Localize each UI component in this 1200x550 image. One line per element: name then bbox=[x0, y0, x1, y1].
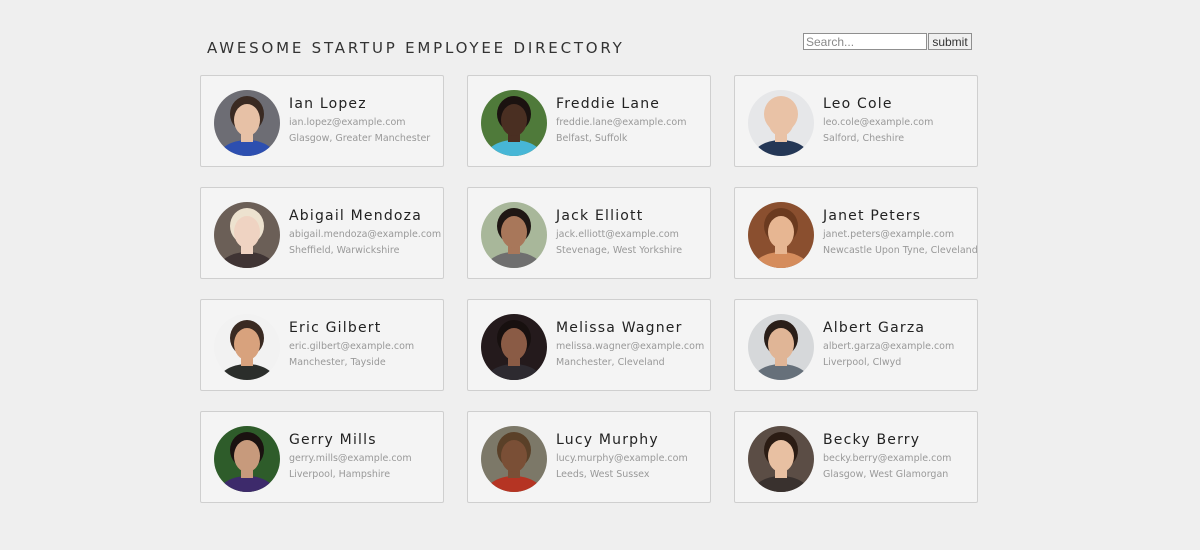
avatar-portrait-icon bbox=[481, 426, 547, 492]
employee-info: Gerry Mills gerry.mills@example.com Live… bbox=[289, 432, 439, 481]
employee-info: Jack Elliott jack.elliott@example.com St… bbox=[556, 208, 706, 257]
employee-avatar bbox=[748, 202, 814, 268]
employee-avatar bbox=[214, 426, 280, 492]
employee-location: Manchester, Tayside bbox=[289, 357, 386, 368]
employee-name: Janet Peters bbox=[823, 208, 922, 224]
employee-info: Abigail Mendoza abigail.mendoza@example.… bbox=[289, 208, 442, 257]
employee-name: Lucy Murphy bbox=[556, 432, 659, 448]
employee-name: Leo Cole bbox=[823, 96, 893, 112]
page-title: AWESOME STARTUP EMPLOYEE DIRECTORY bbox=[207, 39, 625, 57]
employee-card[interactable]: Jack Elliott jack.elliott@example.com St… bbox=[467, 187, 711, 279]
employee-avatar bbox=[214, 90, 280, 156]
employee-avatar bbox=[748, 314, 814, 380]
employee-card[interactable]: Freddie Lane freddie.lane@example.com Be… bbox=[467, 75, 711, 167]
employee-email: melissa.wagner@example.com bbox=[556, 341, 705, 352]
avatar-portrait-icon bbox=[214, 314, 280, 380]
employee-email: eric.gilbert@example.com bbox=[289, 341, 415, 352]
employee-info: Janet Peters janet.peters@example.com Ne… bbox=[823, 208, 978, 257]
employee-info: Ian Lopez ian.lopez@example.com Glasgow,… bbox=[289, 96, 439, 145]
employee-location: Sheffield, Warwickshire bbox=[289, 245, 400, 256]
employee-name: Jack Elliott bbox=[556, 208, 644, 224]
search-submit-button[interactable]: submit bbox=[928, 33, 972, 50]
employee-card[interactable]: Abigail Mendoza abigail.mendoza@example.… bbox=[200, 187, 444, 279]
employee-info: Albert Garza albert.garza@example.com Li… bbox=[823, 320, 973, 369]
employee-avatar bbox=[214, 314, 280, 380]
employee-email: lucy.murphy@example.com bbox=[556, 453, 688, 464]
employee-info: Lucy Murphy lucy.murphy@example.com Leed… bbox=[556, 432, 706, 481]
employee-email: freddie.lane@example.com bbox=[556, 117, 687, 128]
employee-email: becky.berry@example.com bbox=[823, 453, 952, 464]
employee-card[interactable]: Albert Garza albert.garza@example.com Li… bbox=[734, 299, 978, 391]
employee-name: Becky Berry bbox=[823, 432, 921, 448]
employee-name: Albert Garza bbox=[823, 320, 926, 336]
employee-card[interactable]: Becky Berry becky.berry@example.com Glas… bbox=[734, 411, 978, 503]
search-form: submit bbox=[803, 33, 972, 50]
employee-location: Stevenage, West Yorkshire bbox=[556, 245, 683, 256]
search-input[interactable] bbox=[803, 33, 927, 50]
employee-directory-page: AWESOME STARTUP EMPLOYEE DIRECTORY submi… bbox=[0, 0, 1200, 550]
employee-name: Gerry Mills bbox=[289, 432, 377, 448]
employee-email: leo.cole@example.com bbox=[823, 117, 934, 128]
employee-avatar bbox=[481, 314, 547, 380]
employee-avatar bbox=[748, 426, 814, 492]
employee-grid: Ian Lopez ian.lopez@example.com Glasgow,… bbox=[200, 75, 978, 503]
employee-location: Liverpool, Clwyd bbox=[823, 357, 902, 368]
employee-email: janet.peters@example.com bbox=[823, 229, 955, 240]
employee-location: Belfast, Suffolk bbox=[556, 133, 628, 144]
employee-info: Becky Berry becky.berry@example.com Glas… bbox=[823, 432, 973, 481]
employee-avatar bbox=[481, 202, 547, 268]
employee-card[interactable]: Lucy Murphy lucy.murphy@example.com Leed… bbox=[467, 411, 711, 503]
employee-card[interactable]: Ian Lopez ian.lopez@example.com Glasgow,… bbox=[200, 75, 444, 167]
employee-location: Salford, Cheshire bbox=[823, 133, 905, 144]
employee-info: Leo Cole leo.cole@example.com Salford, C… bbox=[823, 96, 973, 145]
employee-location: Leeds, West Sussex bbox=[556, 469, 650, 480]
avatar-portrait-icon bbox=[748, 314, 814, 380]
employee-email: gerry.mills@example.com bbox=[289, 453, 412, 464]
employee-card[interactable]: Leo Cole leo.cole@example.com Salford, C… bbox=[734, 75, 978, 167]
employee-name: Melissa Wagner bbox=[556, 320, 683, 336]
avatar-portrait-icon bbox=[481, 202, 547, 268]
employee-avatar bbox=[748, 90, 814, 156]
employee-name: Ian Lopez bbox=[289, 96, 367, 112]
employee-location: Newcastle Upon Tyne, Cleveland bbox=[823, 245, 978, 256]
employee-card[interactable]: Janet Peters janet.peters@example.com Ne… bbox=[734, 187, 978, 279]
employee-location: Liverpool, Hampshire bbox=[289, 469, 391, 480]
employee-card[interactable]: Gerry Mills gerry.mills@example.com Live… bbox=[200, 411, 444, 503]
employee-location: Glasgow, West Glamorgan bbox=[823, 469, 949, 480]
employee-name: Freddie Lane bbox=[556, 96, 661, 112]
avatar-portrait-icon bbox=[214, 202, 280, 268]
avatar-portrait-icon bbox=[481, 314, 547, 380]
employee-email: ian.lopez@example.com bbox=[289, 117, 406, 128]
avatar-portrait-icon bbox=[214, 426, 280, 492]
employee-location: Glasgow, Greater Manchester bbox=[289, 133, 431, 144]
employee-card[interactable]: Melissa Wagner melissa.wagner@example.co… bbox=[467, 299, 711, 391]
employee-name: Eric Gilbert bbox=[289, 320, 382, 336]
avatar-portrait-icon bbox=[748, 426, 814, 492]
employee-email: jack.elliott@example.com bbox=[556, 229, 679, 240]
employee-avatar bbox=[481, 426, 547, 492]
employee-avatar bbox=[214, 202, 280, 268]
avatar-portrait-icon bbox=[748, 202, 814, 268]
employee-info: Melissa Wagner melissa.wagner@example.co… bbox=[556, 320, 706, 369]
avatar-portrait-icon bbox=[481, 90, 547, 156]
employee-name: Abigail Mendoza bbox=[289, 208, 422, 224]
employee-info: Freddie Lane freddie.lane@example.com Be… bbox=[556, 96, 706, 145]
avatar-portrait-icon bbox=[748, 90, 814, 156]
employee-avatar bbox=[481, 90, 547, 156]
employee-info: Eric Gilbert eric.gilbert@example.com Ma… bbox=[289, 320, 439, 369]
employee-email: albert.garza@example.com bbox=[823, 341, 955, 352]
avatar-portrait-icon bbox=[214, 90, 280, 156]
employee-location: Manchester, Cleveland bbox=[556, 357, 665, 368]
employee-card[interactable]: Eric Gilbert eric.gilbert@example.com Ma… bbox=[200, 299, 444, 391]
employee-email: abigail.mendoza@example.com bbox=[289, 229, 442, 240]
